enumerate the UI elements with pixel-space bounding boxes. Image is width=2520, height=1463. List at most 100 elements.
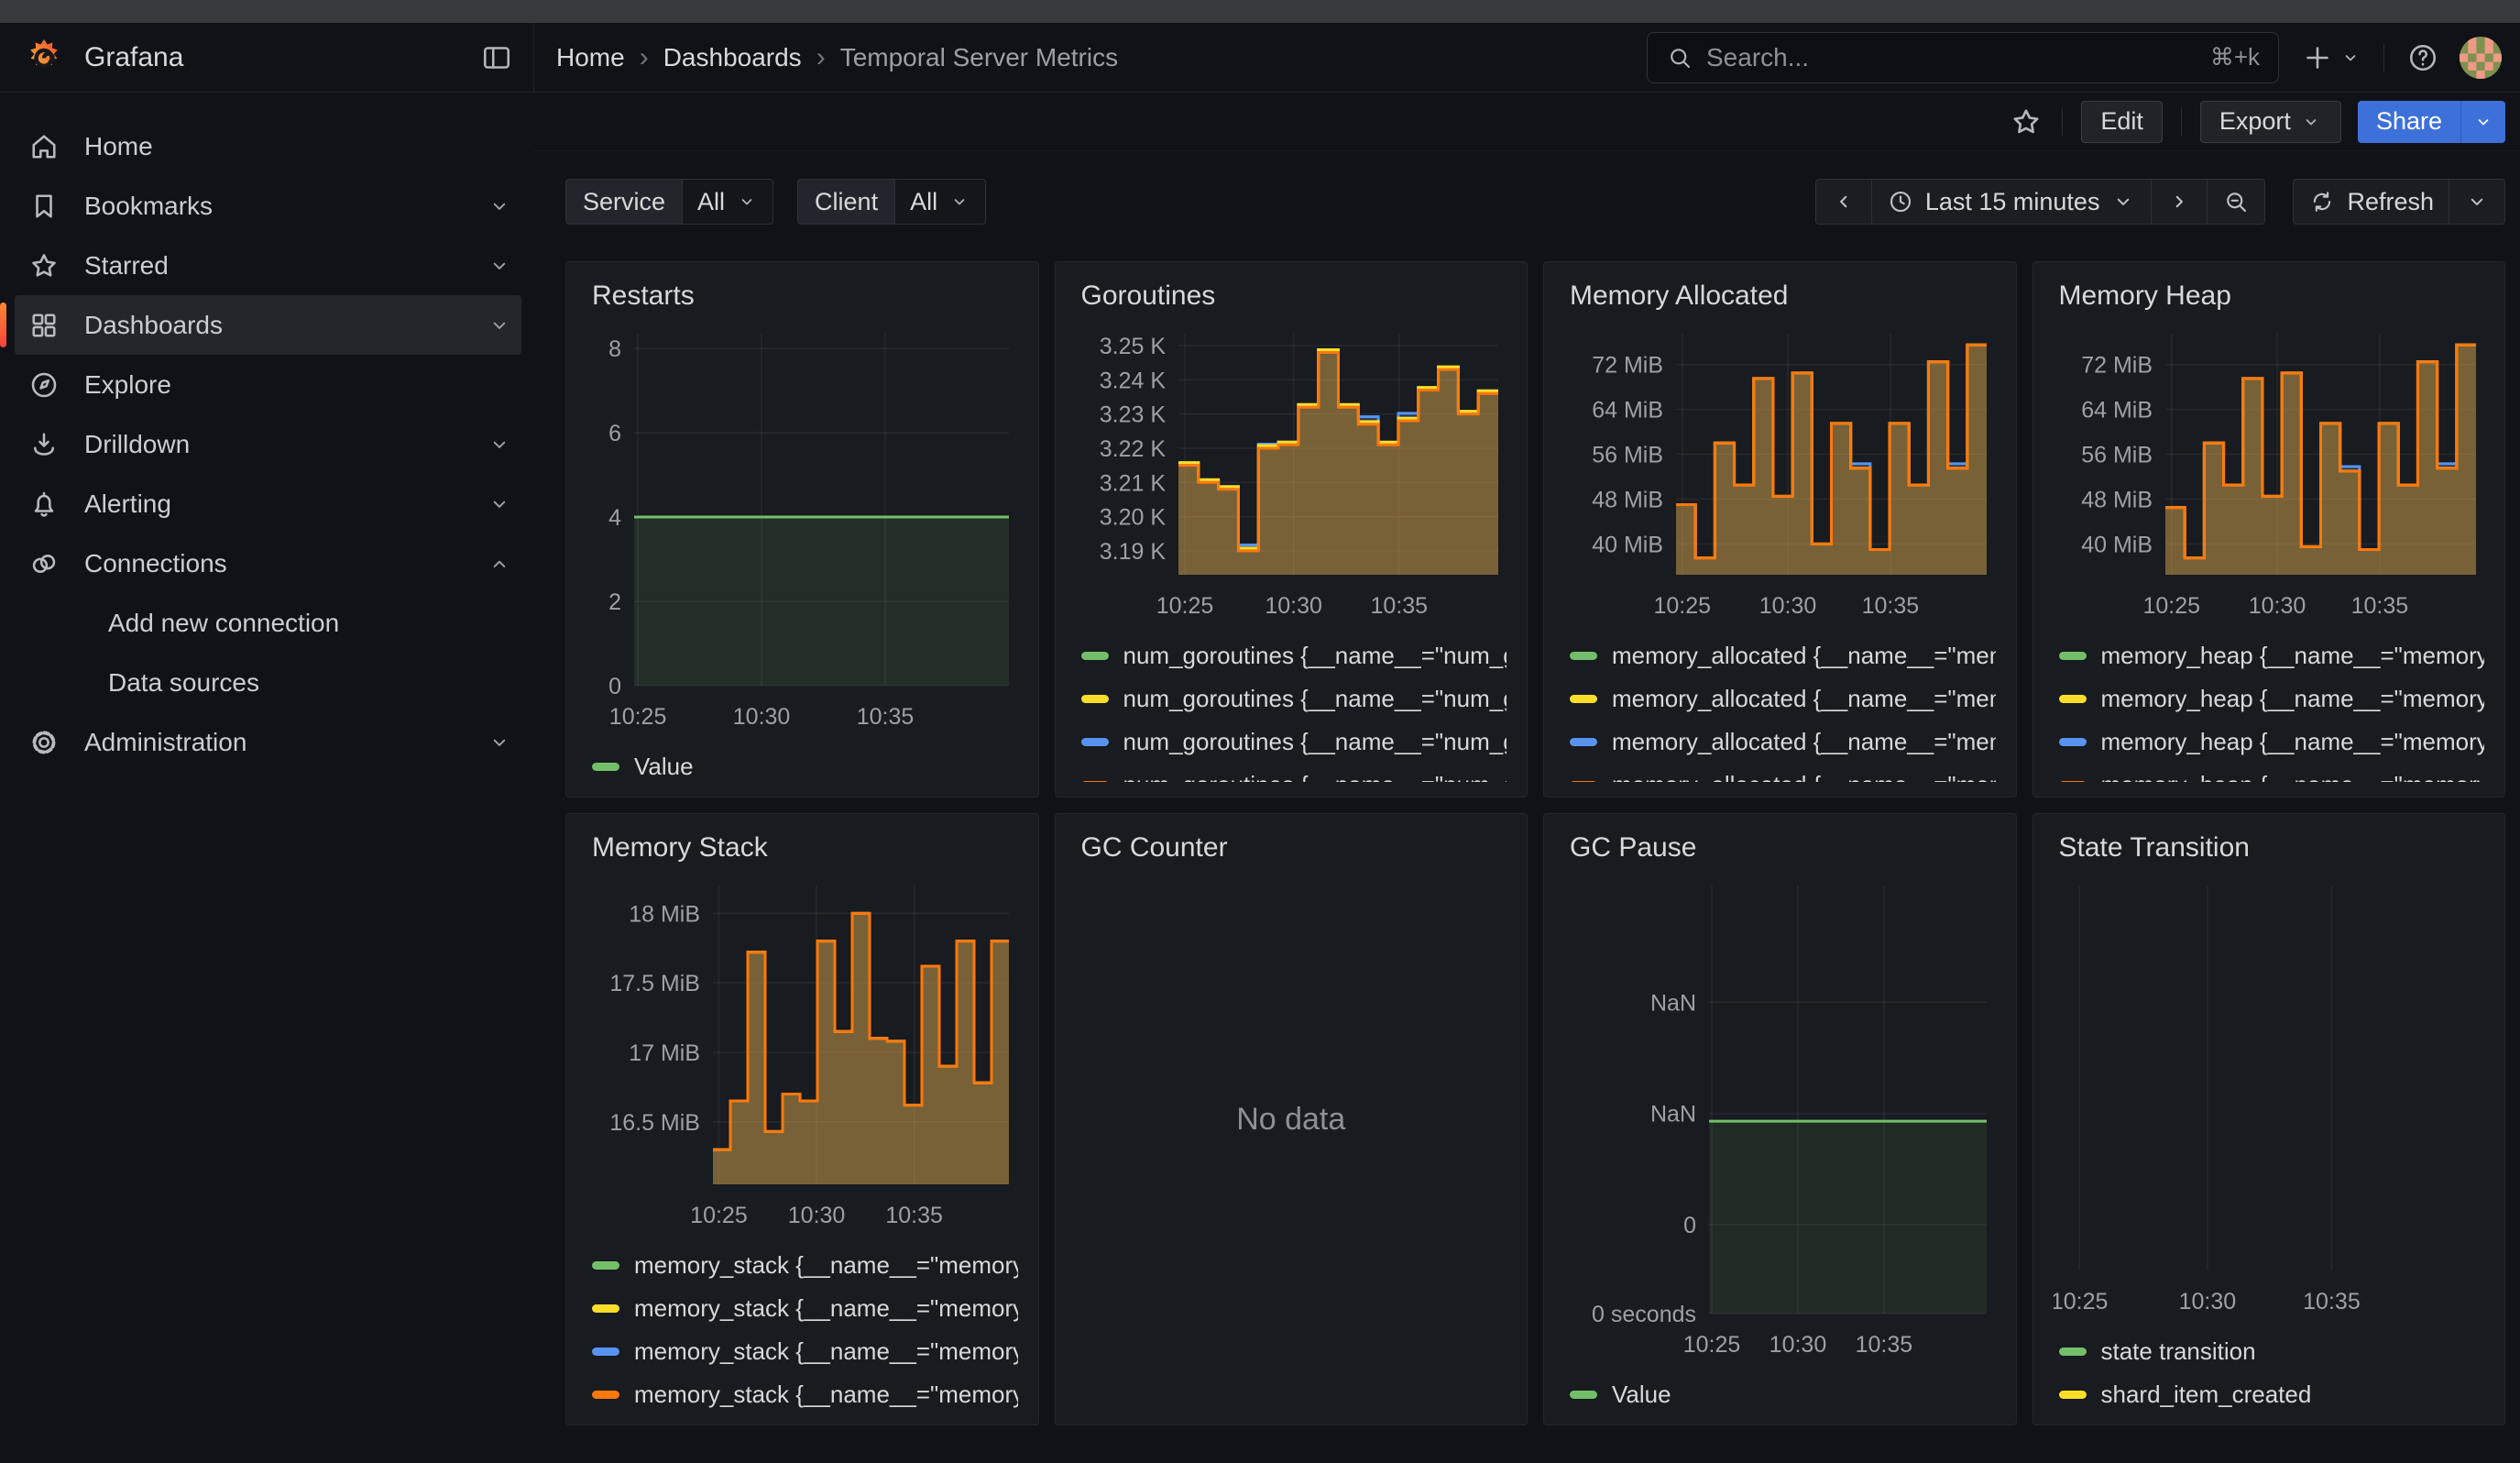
legend-item[interactable]: num_goroutines {__name__="num_go [1081,640,1507,671]
breadcrumb-dashboards[interactable]: Dashboards [663,43,802,72]
legend-item[interactable]: num_goroutines {__name__="num_go [1081,726,1507,757]
sidebar-item-starred[interactable]: Starred [15,236,521,295]
legend-swatch [1081,781,1109,783]
panel-chart[interactable]: 72 MiB64 MiB56 MiB48 MiB40 MiB10:2510:30… [1564,314,1996,628]
chevron-down-icon [948,191,970,213]
legend-swatch [1570,781,1597,783]
svg-text:48 MiB: 48 MiB [1592,487,1663,512]
legend-item[interactable]: memory_stack {__name__="memory_s [592,1292,1018,1324]
svg-text:10:25: 10:25 [1156,593,1213,619]
sidebar-item-add-new-connection[interactable]: Add new connection [15,593,521,653]
sidebar-item-connections[interactable]: Connections [15,534,521,593]
legend-item[interactable]: memory_heap {__name__="memory_h [2059,640,2485,671]
panel-title[interactable]: GC Pause [1564,827,1996,865]
svg-text:10:30: 10:30 [733,704,791,730]
panel-chart[interactable]: NaNNaN00 seconds10:2510:3010:35 [1564,865,1996,1367]
panel-legend: state transition shard_item_created [2054,1324,2485,1410]
legend-item[interactable]: memory_allocated {__name__="memo [1570,726,1996,757]
sidebar-item-administration[interactable]: Administration [15,712,521,772]
legend-item[interactable]: memory_heap {__name__="memory_h [2059,726,2485,757]
svg-text:10:25: 10:25 [2054,1289,2108,1314]
time-range-picker[interactable]: Last 15 minutes [1872,179,2153,225]
panel-chart[interactable]: 10:2510:3010:35 [2054,865,2485,1324]
panel-chart[interactable]: 72 MiB64 MiB56 MiB48 MiB40 MiB10:2510:30… [2054,314,2485,628]
header-divider [2383,44,2384,72]
sidebar-item-label: Starred [84,251,169,280]
svg-text:3.19 K: 3.19 K [1099,539,1166,565]
refresh-interval-button[interactable] [2449,179,2505,225]
legend-item[interactable]: state transition [2059,1336,2485,1367]
panel-title[interactable]: Memory Heap [2054,275,2485,314]
grafana-logo-icon[interactable] [24,38,64,78]
edit-button-label: Edit [2100,107,2143,136]
svg-text:6: 6 [608,421,621,446]
legend-item[interactable]: memory_heap {__name__="memory_h [2059,683,2485,714]
panel-title[interactable]: Restarts [586,275,1018,314]
panel-state-transition: State Transition 10:2510:3010:35 state t… [2032,813,2506,1425]
svg-text:40 MiB: 40 MiB [2081,532,2153,557]
svg-text:56 MiB: 56 MiB [2081,443,2153,468]
new-menu-button[interactable] [2301,41,2361,74]
svg-text:17 MiB: 17 MiB [629,1040,700,1066]
panel-title[interactable]: State Transition [2054,827,2485,865]
help-button[interactable] [2406,41,2439,74]
legend-item[interactable]: num_goroutines {__name__="num_go [1081,769,1507,782]
sidebar-item-label: Bookmarks [84,192,213,221]
legend-label: state transition [2101,1337,2256,1366]
sidebar-item-explore[interactable]: Explore [15,355,521,414]
sidebar-item-dashboards[interactable]: Dashboards [15,295,521,355]
legend-item[interactable]: Value [1570,1379,1996,1410]
svg-text:10:30: 10:30 [2248,593,2306,619]
legend-item[interactable]: memory_stack {__name__="memory_s [592,1379,1018,1410]
share-button[interactable]: Share [2358,101,2460,143]
legend-item[interactable]: memory_allocated {__name__="memo [1570,683,1996,714]
sidebar-item-data-sources[interactable]: Data sources [15,653,521,712]
chevron-down-icon [2300,111,2322,133]
time-forward-button[interactable] [2152,179,2208,225]
svg-text:2: 2 [608,589,621,615]
edit-button[interactable]: Edit [2081,101,2163,143]
legend-item[interactable]: Value [592,751,1018,782]
zoom-out-button[interactable] [2208,179,2265,225]
time-back-button[interactable] [1815,179,1872,225]
sidebar-toggle-icon[interactable] [480,41,513,74]
legend-label: memory_stack {__name__="memory_s [634,1337,1018,1366]
panel-chart[interactable]: 3.25 K3.24 K3.23 K3.22 K3.21 K3.20 K3.19… [1076,314,1507,628]
refresh-button[interactable]: Refresh [2293,179,2449,225]
legend-label: num_goroutines {__name__="num_go [1123,771,1507,783]
refresh-label: Refresh [2347,188,2434,216]
toolbar-divider [2062,108,2063,136]
legend-item[interactable]: shard_item_created [2059,1379,2485,1410]
sidebar-item-bookmarks[interactable]: Bookmarks [15,176,521,236]
sidebar-item-home[interactable]: Home [15,116,521,176]
panel-title[interactable]: Memory Stack [586,827,1018,865]
export-button[interactable]: Export [2200,101,2341,143]
sidebar-item-drilldown[interactable]: Drilldown [15,414,521,474]
time-controls: Last 15 minutes Refresh [1815,179,2505,225]
breadcrumb-separator: › [816,42,826,73]
legend-item[interactable]: num_goroutines {__name__="num_go [1081,683,1507,714]
breadcrumb-home[interactable]: Home [556,43,625,72]
chevron-down-icon [487,193,512,219]
sidebar-item-alerting[interactable]: Alerting [15,474,521,534]
svg-text:10:30: 10:30 [788,1203,846,1228]
legend-item[interactable]: memory_heap {__name__="memory_h [2059,769,2485,782]
chevron-down-icon [736,191,758,213]
legend-item[interactable]: memory_allocated {__name__="memo [1570,640,1996,671]
client-filter[interactable]: Client All [797,179,986,225]
avatar[interactable] [2460,37,2502,79]
service-filter[interactable]: Service All [565,179,773,225]
share-menu-button[interactable] [2460,101,2505,143]
legend-swatch [1081,738,1109,746]
favorite-star-button[interactable] [2009,104,2043,139]
panel-title[interactable]: Memory Allocated [1564,275,1996,314]
legend-item[interactable]: memory_stack {__name__="memory_s [592,1336,1018,1367]
panel-title[interactable]: Goroutines [1076,275,1507,314]
apps-icon [27,309,60,342]
search-input[interactable]: Search... ⌘+k [1647,32,2279,83]
panel-chart[interactable]: 8642010:2510:3010:35 [586,314,1018,739]
panel-chart[interactable]: 18 MiB17.5 MiB17 MiB16.5 MiB10:2510:3010… [586,865,1018,1238]
legend-item[interactable]: memory_allocated {__name__="memo [1570,769,1996,782]
legend-item[interactable]: memory_stack {__name__="memory_s [592,1249,1018,1281]
sidebar-item-label: Dashboards [84,311,223,340]
